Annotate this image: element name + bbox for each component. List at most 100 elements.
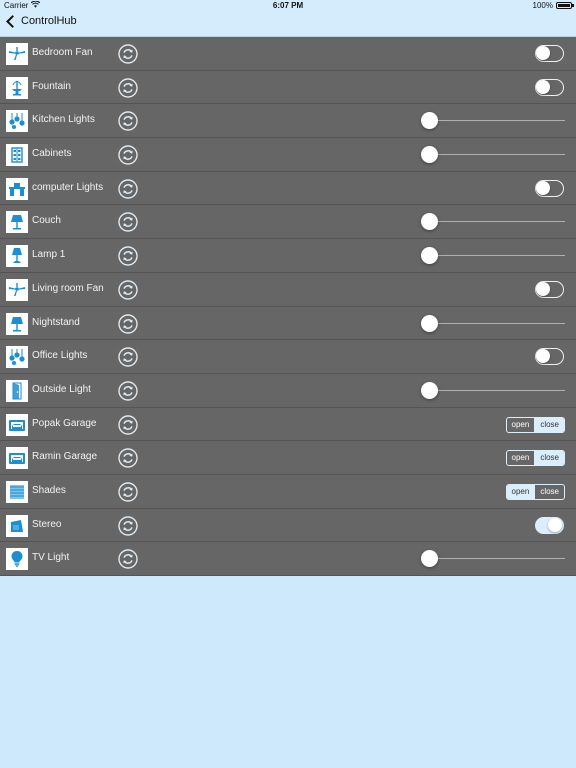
dimmer-slider[interactable] (421, 245, 565, 265)
dimmer-slider[interactable] (421, 110, 565, 130)
back-button-label: ControlHub (21, 15, 77, 27)
close-button[interactable]: close (534, 484, 564, 499)
refresh-icon[interactable] (118, 280, 138, 300)
device-row-popak-garage: Popak Garage open close (0, 407, 576, 442)
device-row-nightstand: Nightstand (0, 306, 576, 341)
slider-thumb[interactable] (421, 146, 438, 164)
refresh-icon[interactable] (118, 179, 138, 199)
dimmer-slider[interactable] (421, 313, 565, 333)
cabinet-icon (6, 144, 28, 167)
open-close-segment: open close (505, 450, 565, 467)
slider-track (428, 154, 565, 156)
refresh-icon[interactable] (118, 414, 138, 435)
refresh-icon[interactable] (118, 448, 138, 468)
table-lamp-icon (6, 245, 28, 268)
device-row-fountain: Fountain (0, 70, 576, 105)
navigation-bar: ControlHub (0, 12, 576, 37)
refresh-icon[interactable] (118, 347, 138, 367)
refresh-icon[interactable] (118, 111, 138, 132)
slider-thumb[interactable] (421, 381, 438, 399)
refresh-icon[interactable] (118, 549, 138, 570)
slider-thumb[interactable] (421, 247, 438, 265)
device-row-bedroom-fan: Bedroom Fan (0, 37, 576, 71)
device-label: Nightstand (32, 316, 80, 328)
device-label: Stereo (32, 518, 62, 530)
open-close-segment: open close (505, 483, 565, 500)
device-row-couch: Couch (0, 205, 576, 240)
power-toggle[interactable] (535, 179, 564, 197)
toggle-knob (536, 349, 550, 364)
slider-track (428, 389, 565, 391)
close-button[interactable]: close (534, 417, 564, 432)
device-label: Bedroom Fan (32, 47, 93, 58)
dimmer-slider[interactable] (421, 144, 565, 164)
slider-thumb[interactable] (421, 213, 438, 231)
open-close-segment: open close (505, 416, 565, 433)
device-row-living-room-fan: Living room Fan (0, 272, 576, 307)
power-toggle[interactable] (535, 45, 564, 62)
device-label: computer Lights (32, 181, 104, 193)
device-label: Kitchen Lights (32, 114, 95, 126)
slider-track (428, 322, 565, 324)
open-button[interactable]: open (506, 484, 535, 499)
toggle-knob (548, 517, 562, 532)
battery-percent: 100% (532, 1, 553, 10)
device-label: Ramin Garage (32, 451, 98, 463)
refresh-icon[interactable] (118, 381, 138, 401)
dimmer-slider[interactable] (421, 211, 565, 231)
refresh-icon[interactable] (118, 515, 138, 536)
device-label: TV Light (32, 552, 70, 564)
ceiling-fan-icon (6, 43, 28, 65)
floor-lamp-icon (6, 312, 28, 335)
refresh-icon[interactable] (118, 246, 138, 266)
refresh-icon[interactable] (118, 313, 138, 334)
open-button[interactable]: open (507, 451, 535, 465)
slider-thumb[interactable] (421, 550, 438, 568)
toggle-knob (536, 180, 550, 195)
close-button[interactable]: close (534, 451, 564, 466)
toggle-knob (536, 46, 550, 60)
toggle-knob (536, 79, 550, 94)
status-bar: Carrier 6:07 PM 100% (0, 0, 576, 12)
chevron-left-icon (6, 14, 19, 28)
slider-thumb[interactable] (421, 112, 438, 130)
device-label: Popak Garage (32, 417, 97, 429)
device-row-tv-light: TV Light (0, 542, 576, 576)
open-button[interactable]: open (507, 418, 535, 432)
device-row-shades: Shades open close (0, 474, 576, 509)
device-row-office-lights: Office Lights (0, 340, 576, 374)
refresh-icon[interactable] (118, 482, 138, 502)
slider-track (428, 221, 565, 223)
status-right: 100% (532, 1, 574, 10)
refresh-icon[interactable] (118, 44, 138, 64)
device-row-computer-lights: computer Lights (0, 171, 576, 206)
device-row-stereo: Stereo (0, 508, 576, 543)
power-toggle[interactable] (535, 516, 564, 534)
power-toggle[interactable] (535, 78, 564, 96)
device-list: Bedroom Fan Fountain Kitchen Lights Cabinet… (0, 37, 576, 576)
back-button[interactable]: ControlHub (5, 14, 77, 28)
refresh-icon[interactable] (118, 212, 138, 233)
device-label: Couch (32, 215, 61, 227)
device-label: Shades (32, 484, 66, 496)
device-row-kitchen-lights: Kitchen Lights (0, 104, 576, 139)
toggle-knob (536, 281, 550, 296)
device-label: Office Lights (32, 350, 88, 362)
shades-icon (6, 480, 28, 503)
slider-track (428, 255, 565, 257)
dimmer-slider[interactable] (421, 548, 565, 568)
device-label: Lamp 1 (32, 249, 66, 261)
battery-icon (556, 2, 574, 9)
refresh-icon[interactable] (118, 77, 138, 98)
ceiling-fan-icon (6, 278, 28, 301)
slider-track (428, 120, 565, 122)
device-row-lamp-1: Lamp 1 (0, 239, 576, 273)
status-time: 6:07 PM (272, 1, 304, 10)
refresh-icon[interactable] (118, 145, 138, 165)
power-toggle[interactable] (535, 348, 564, 366)
dimmer-slider[interactable] (421, 380, 565, 400)
power-toggle[interactable] (535, 280, 564, 298)
door-icon (6, 379, 28, 402)
speaker-icon (6, 514, 28, 537)
slider-thumb[interactable] (421, 314, 438, 332)
